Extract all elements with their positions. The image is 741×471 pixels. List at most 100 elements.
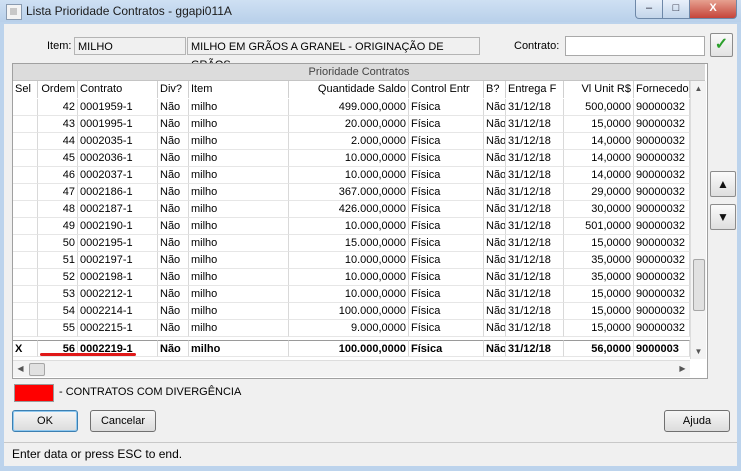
move-down-button[interactable]: ▼: [710, 204, 736, 230]
cell-quantidade-saldo: 10.000,0000: [289, 269, 409, 286]
vertical-scroll-thumb[interactable]: [693, 259, 705, 311]
column-header-ordem[interactable]: Ordem: [38, 81, 78, 98]
cell-div: Não: [158, 269, 189, 286]
cell-sel: [13, 99, 38, 116]
cell-quantidade-saldo: 499.000,0000: [289, 99, 409, 116]
cell-contrato: 0002195-1: [78, 235, 158, 252]
column-header-quantidade-saldo[interactable]: Quantidade Saldo: [289, 81, 409, 98]
cell-item: milho: [189, 340, 289, 357]
cell-control-entr: Física: [409, 167, 484, 184]
cell-ordem: 53: [38, 286, 78, 303]
cell-fornecedor: 90000032: [634, 320, 690, 337]
column-header-entrega-f[interactable]: Entrega F: [506, 81, 564, 98]
scroll-left-icon[interactable]: ◀: [13, 361, 28, 377]
cell-b: Não: [484, 201, 506, 218]
cell-item: milho: [189, 218, 289, 235]
cell-div: Não: [158, 340, 189, 357]
cell-control-entr: Física: [409, 133, 484, 150]
cell-b: Não: [484, 150, 506, 167]
column-header-contrato[interactable]: Contrato: [78, 81, 158, 98]
horizontal-scrollbar[interactable]: ◀ ▶: [13, 360, 690, 377]
cell-fornecedor: 90000032: [634, 150, 690, 167]
column-header-fornecedor[interactable]: Fornecedo: [634, 81, 690, 98]
cell-control-entr: Física: [409, 340, 484, 357]
vertical-scrollbar[interactable]: ▲ ▼: [690, 81, 706, 359]
cell-vl-unit: 35,0000: [564, 269, 634, 286]
cell-b: Não: [484, 133, 506, 150]
cell-div: Não: [158, 252, 189, 269]
scroll-down-icon[interactable]: ▼: [691, 344, 706, 359]
cell-contrato: 0002215-1: [78, 320, 158, 337]
cell-sel: X: [13, 340, 38, 357]
cell-quantidade-saldo: 100.000,0000: [289, 303, 409, 320]
cell-vl-unit: 15,0000: [564, 303, 634, 320]
grid-title: Prioridade Contratos: [13, 64, 705, 81]
cell-vl-unit: 15,0000: [564, 320, 634, 337]
cell-sel: [13, 320, 38, 337]
column-header-vl-unit[interactable]: Vl Unit R$: [564, 81, 634, 98]
cell-control-entr: Física: [409, 286, 484, 303]
minimize-button[interactable]: –: [635, 0, 663, 19]
cell-fornecedor: 90000032: [634, 184, 690, 201]
cell-contrato: 0002036-1: [78, 150, 158, 167]
contrato-input[interactable]: [565, 36, 705, 56]
cell-ordem: 43: [38, 116, 78, 133]
scroll-up-icon[interactable]: ▲: [691, 81, 706, 96]
cancel-button[interactable]: Cancelar: [90, 410, 156, 432]
cell-vl-unit: 14,0000: [564, 133, 634, 150]
scroll-right-icon[interactable]: ▶: [675, 361, 690, 377]
cell-quantidade-saldo: 10.000,0000: [289, 167, 409, 184]
move-up-button[interactable]: ▲: [710, 171, 736, 197]
cell-item: milho: [189, 269, 289, 286]
cell-contrato: 0002197-1: [78, 252, 158, 269]
cell-sel: [13, 235, 38, 252]
maximize-button[interactable]: □: [662, 0, 690, 19]
cell-fornecedor: 90000032: [634, 133, 690, 150]
column-header-div[interactable]: Div?: [158, 81, 189, 98]
cell-fornecedor: 90000032: [634, 303, 690, 320]
cell-quantidade-saldo: 426.000,0000: [289, 201, 409, 218]
cell-contrato: 0002212-1: [78, 286, 158, 303]
column-header-item[interactable]: Item: [189, 81, 289, 98]
app-window: Lista Prioridade Contratos - ggapi011A –…: [0, 0, 741, 471]
cell-contrato: 0002198-1: [78, 269, 158, 286]
cell-quantidade-saldo: 10.000,0000: [289, 218, 409, 235]
cell-div: Não: [158, 303, 189, 320]
help-button[interactable]: Ajuda: [664, 410, 730, 432]
cell-div: Não: [158, 201, 189, 218]
cell-vl-unit: 35,0000: [564, 252, 634, 269]
cell-div: Não: [158, 167, 189, 184]
confirm-check-icon[interactable]: ✓: [710, 33, 733, 57]
cell-contrato: 0002190-1: [78, 218, 158, 235]
cell-control-entr: Física: [409, 116, 484, 133]
item-label: Item:: [47, 40, 72, 52]
cell-control-entr: Física: [409, 320, 484, 337]
column-header-sel[interactable]: Sel: [13, 81, 38, 98]
cell-contrato: 0002035-1: [78, 133, 158, 150]
column-header-control-entr[interactable]: Control Entr: [409, 81, 484, 98]
cell-item: milho: [189, 303, 289, 320]
cell-quantidade-saldo: 15.000,0000: [289, 235, 409, 252]
cell-div: Não: [158, 133, 189, 150]
cell-ordem: 54: [38, 303, 78, 320]
cell-fornecedor: 90000032: [634, 269, 690, 286]
cell-ordem: 48: [38, 201, 78, 218]
cell-entrega-f: 31/12/18: [506, 133, 564, 150]
contracts-grid: Prioridade Contratos Sel Ordem Contrato Div…: [12, 63, 708, 379]
horizontal-scroll-thumb[interactable]: [29, 363, 45, 376]
cell-control-entr: Física: [409, 184, 484, 201]
cell-entrega-f: 31/12/18: [506, 235, 564, 252]
cell-div: Não: [158, 286, 189, 303]
column-header-b[interactable]: B?: [484, 81, 506, 98]
cell-fornecedor: 90000032: [634, 116, 690, 133]
contrato-label: Contrato:: [514, 40, 560, 52]
cell-entrega-f: 31/12/18: [506, 340, 564, 357]
close-button[interactable]: X: [689, 0, 737, 19]
cell-b: Não: [484, 320, 506, 337]
ok-button[interactable]: OK: [12, 410, 78, 432]
cell-contrato: 0002187-1: [78, 201, 158, 218]
cell-vl-unit: 30,0000: [564, 201, 634, 218]
cell-sel: [13, 167, 38, 184]
item-description-field: MILHO EM GRÃOS A GRANEL - ORIGINAÇÃO DE …: [187, 37, 480, 71]
cell-sel: [13, 286, 38, 303]
